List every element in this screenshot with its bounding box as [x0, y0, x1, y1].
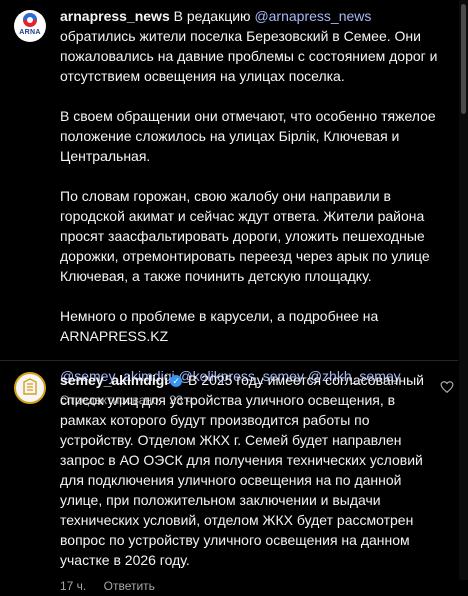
mention-link[interactable]: @arnapress_news [254, 8, 371, 24]
commenter-avatar[interactable] [14, 372, 46, 404]
post-detail-pane: ARNA arnapress_news В редакцию @arnapres… [0, 0, 458, 593]
akimat-emblem-icon [23, 378, 37, 395]
caption-paragraph-4: Немного о проблеме в карусели, а подробн… [60, 308, 379, 344]
post-author-username[interactable]: arnapress_news [60, 8, 170, 24]
commenter-username[interactable]: semey_akimdigi [60, 372, 168, 388]
like-heart-icon[interactable] [440, 380, 454, 394]
comment-meta: 17 ч. Ответить [60, 576, 430, 596]
caption-text: arnapress_news В редакцию @arnapress_new… [60, 6, 448, 410]
comment-text: semey_akimdigi ✓ В 2025 году имеется согл… [60, 370, 430, 596]
arna-logo-icon [23, 13, 37, 27]
reply-button[interactable]: Ответить [104, 579, 155, 593]
divider [0, 360, 458, 361]
verified-badge-icon: ✓ [170, 375, 183, 387]
caption-intro-rest: обратились жители поселка Березовский в … [60, 28, 438, 84]
comment-content: В 2025 году имеется согласованный список… [60, 372, 424, 568]
caption-paragraph-2: В своем обращении они отмечают, что особ… [60, 108, 436, 164]
avatar-label: ARNA [19, 29, 41, 36]
comment-time: 17 ч. [60, 579, 87, 593]
caption-intro: В редакцию [169, 8, 255, 24]
caption-paragraph-3: По словам горожан, свою жалобу они напра… [60, 188, 430, 284]
post-author-avatar[interactable]: ARNA [14, 10, 46, 42]
caption-paragraph-1: arnapress_news В редакцию @arnapress_new… [60, 6, 448, 86]
scrollbar-thumb[interactable] [461, 4, 466, 114]
